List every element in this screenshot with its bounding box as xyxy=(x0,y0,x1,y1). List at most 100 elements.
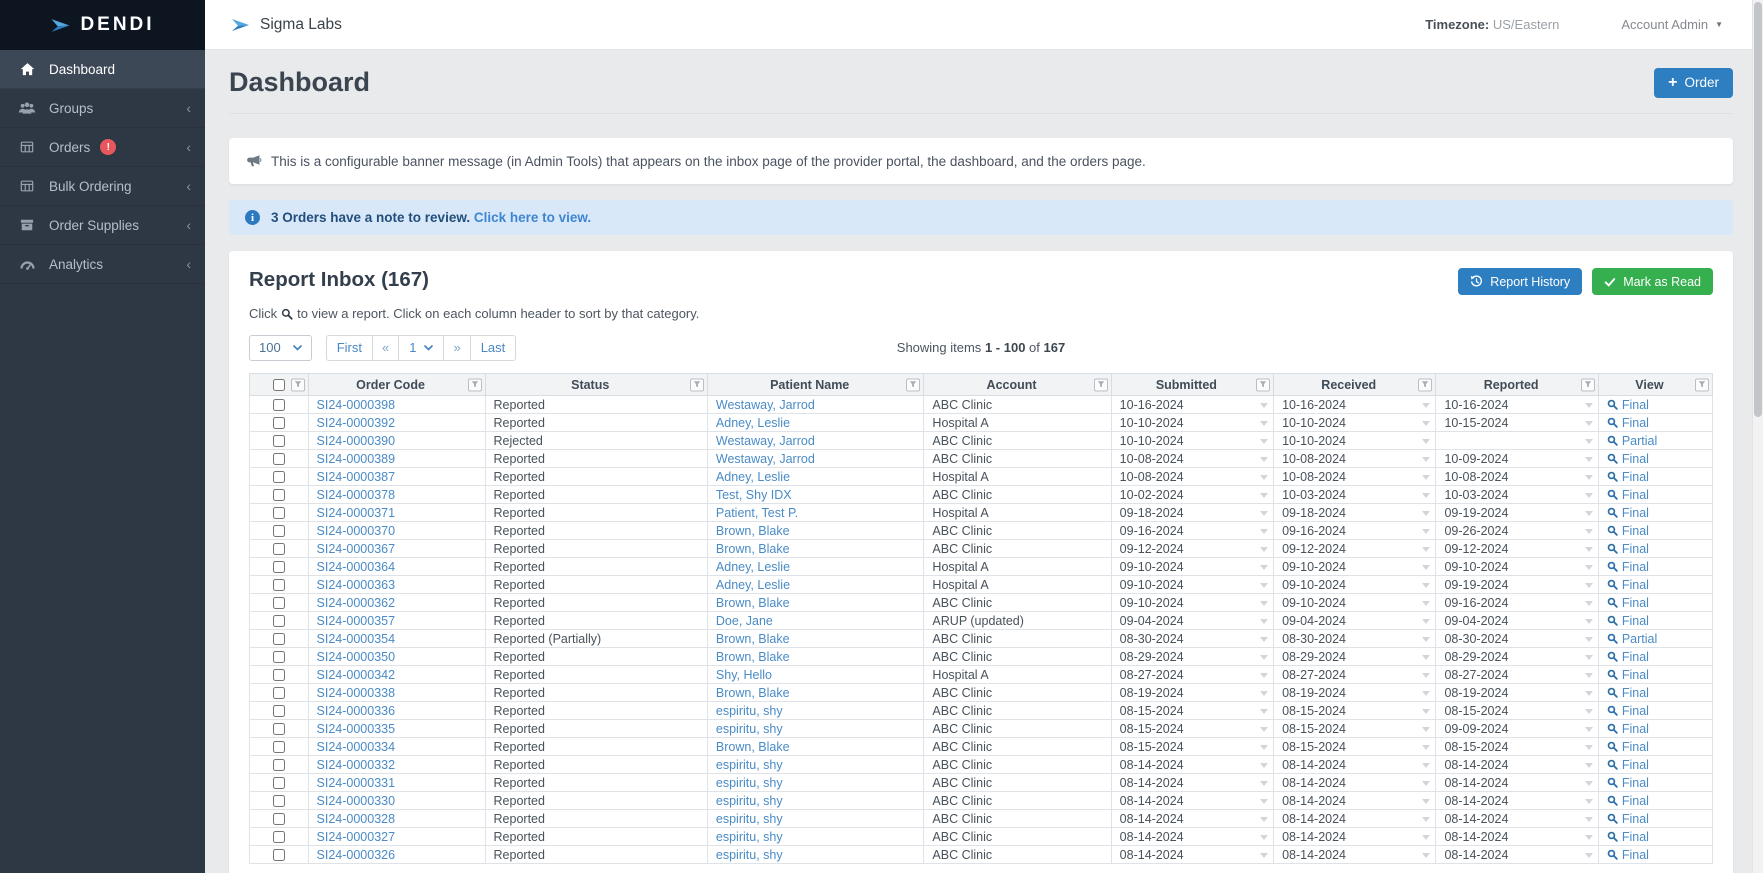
patient-name-link[interactable]: Brown, Blake xyxy=(716,524,790,538)
order-code-link[interactable]: SI24-0000362 xyxy=(317,596,396,610)
view-report-link[interactable]: Partial xyxy=(1607,632,1704,646)
order-code-link[interactable]: SI24-0000342 xyxy=(317,668,396,682)
dendi-logo[interactable]: DENDI xyxy=(0,0,205,50)
patient-name-link[interactable]: espiritu, shy xyxy=(716,794,783,808)
order-code-link[interactable]: SI24-0000392 xyxy=(317,416,396,430)
view-report-link[interactable]: Final xyxy=(1607,776,1704,790)
order-code-link[interactable]: SI24-0000389 xyxy=(317,452,396,466)
sidebar-item-dashboard[interactable]: Dashboard xyxy=(0,50,205,89)
column-header-status[interactable]: Status xyxy=(484,373,708,396)
sidebar-item-analytics[interactable]: Analytics ‹ xyxy=(0,245,205,284)
filter-icon[interactable] xyxy=(290,378,305,391)
patient-name-link[interactable]: Adney, Leslie xyxy=(716,578,790,592)
page-size-select[interactable]: 100 xyxy=(249,334,312,361)
patient-name-link[interactable]: espiritu, shy xyxy=(716,812,783,826)
row-checkbox[interactable] xyxy=(272,453,285,466)
sidebar-item-bulk-ordering[interactable]: Bulk Ordering ‹ xyxy=(0,167,205,206)
order-code-link[interactable]: SI24-0000354 xyxy=(317,632,396,646)
view-report-link[interactable]: Final xyxy=(1607,812,1704,826)
patient-name-link[interactable]: Brown, Blake xyxy=(716,596,790,610)
view-report-link[interactable]: Final xyxy=(1607,848,1704,862)
order-code-link[interactable]: SI24-0000367 xyxy=(317,542,396,556)
row-checkbox[interactable] xyxy=(272,561,285,574)
order-code-link[interactable]: SI24-0000335 xyxy=(317,722,396,736)
patient-name-link[interactable]: Shy, Hello xyxy=(716,668,772,682)
patient-name-link[interactable]: Adney, Leslie xyxy=(716,560,790,574)
row-checkbox[interactable] xyxy=(272,507,285,520)
order-code-link[interactable]: SI24-0000370 xyxy=(317,524,396,538)
pager-first-button[interactable]: First xyxy=(325,334,373,361)
pager-next-button[interactable]: » xyxy=(443,334,471,361)
select-all-checkbox[interactable] xyxy=(272,379,285,392)
view-report-link[interactable]: Final xyxy=(1607,740,1704,754)
order-code-link[interactable]: SI24-0000327 xyxy=(317,830,396,844)
mark-as-read-button[interactable]: Mark as Read xyxy=(1592,268,1713,295)
patient-name-link[interactable]: Brown, Blake xyxy=(716,632,790,646)
order-code-link[interactable]: SI24-0000330 xyxy=(317,794,396,808)
row-checkbox[interactable] xyxy=(272,399,285,412)
filter-icon[interactable] xyxy=(467,378,482,391)
patient-name-link[interactable]: Westaway, Jarrod xyxy=(716,398,815,412)
view-report-link[interactable]: Final xyxy=(1607,794,1704,808)
row-checkbox[interactable] xyxy=(272,669,285,682)
view-report-link[interactable]: Final xyxy=(1607,506,1704,520)
patient-name-link[interactable]: espiritu, shy xyxy=(716,776,783,790)
filter-icon[interactable] xyxy=(1580,378,1595,391)
patient-name-link[interactable]: espiritu, shy xyxy=(716,722,783,736)
account-menu[interactable]: Account Admin ▼ xyxy=(1621,17,1723,32)
view-report-link[interactable]: Partial xyxy=(1607,434,1704,448)
report-history-button[interactable]: Report History xyxy=(1458,268,1583,295)
row-checkbox[interactable] xyxy=(272,417,285,430)
view-report-link[interactable]: Final xyxy=(1607,524,1704,538)
column-header-account[interactable]: Account xyxy=(923,373,1112,396)
header-select-all[interactable] xyxy=(249,373,309,396)
view-report-link[interactable]: Final xyxy=(1607,704,1704,718)
sidebar-item-orders[interactable]: Orders ! ‹ xyxy=(0,128,205,167)
patient-name-link[interactable]: Brown, Blake xyxy=(716,542,790,556)
row-checkbox[interactable] xyxy=(272,687,285,700)
view-report-link[interactable]: Final xyxy=(1607,830,1704,844)
patient-name-link[interactable]: Adney, Leslie xyxy=(716,470,790,484)
pager-prev-button[interactable]: « xyxy=(371,334,400,361)
order-code-link[interactable]: SI24-0000364 xyxy=(317,560,396,574)
patient-name-link[interactable]: espiritu, shy xyxy=(716,830,783,844)
order-code-link[interactable]: SI24-0000357 xyxy=(317,614,396,628)
view-report-link[interactable]: Final xyxy=(1607,542,1704,556)
row-checkbox[interactable] xyxy=(272,813,285,826)
order-code-link[interactable]: SI24-0000331 xyxy=(317,776,396,790)
view-report-link[interactable]: Final xyxy=(1607,722,1704,736)
order-code-link[interactable]: SI24-0000378 xyxy=(317,488,396,502)
order-code-link[interactable]: SI24-0000350 xyxy=(317,650,396,664)
order-code-link[interactable]: SI24-0000328 xyxy=(317,812,396,826)
alert-view-link[interactable]: Click here to view. xyxy=(474,210,591,225)
filter-icon[interactable] xyxy=(906,378,921,391)
order-code-link[interactable]: SI24-0000363 xyxy=(317,578,396,592)
column-header-reported[interactable]: Reported xyxy=(1435,373,1599,396)
order-code-link[interactable]: SI24-0000332 xyxy=(317,758,396,772)
column-header-view[interactable]: View xyxy=(1597,373,1714,396)
patient-name-link[interactable]: Brown, Blake xyxy=(716,650,790,664)
patient-name-link[interactable]: espiritu, shy xyxy=(716,848,783,862)
order-code-link[interactable]: SI24-0000387 xyxy=(317,470,396,484)
order-code-link[interactable]: SI24-0000398 xyxy=(317,398,396,412)
row-checkbox[interactable] xyxy=(272,471,285,484)
view-report-link[interactable]: Final xyxy=(1607,578,1704,592)
order-code-link[interactable]: SI24-0000371 xyxy=(317,506,396,520)
order-code-link[interactable]: SI24-0000338 xyxy=(317,686,396,700)
view-report-link[interactable]: Final xyxy=(1607,488,1704,502)
row-checkbox[interactable] xyxy=(272,651,285,664)
pager-page-select[interactable]: 1 xyxy=(398,334,445,361)
filter-icon[interactable] xyxy=(689,378,704,391)
row-checkbox[interactable] xyxy=(272,543,285,556)
column-header-order-code[interactable]: Order Code xyxy=(307,373,486,396)
view-report-link[interactable]: Final xyxy=(1607,452,1704,466)
filter-icon[interactable] xyxy=(1256,378,1271,391)
app-brand[interactable]: Sigma Labs xyxy=(231,16,342,34)
patient-name-link[interactable]: Patient, Test P. xyxy=(716,506,798,520)
patient-name-link[interactable]: Westaway, Jarrod xyxy=(716,452,815,466)
sidebar-item-groups[interactable]: Groups ‹ xyxy=(0,89,205,128)
row-checkbox[interactable] xyxy=(272,615,285,628)
row-checkbox[interactable] xyxy=(272,741,285,754)
order-code-link[interactable]: SI24-0000334 xyxy=(317,740,396,754)
view-report-link[interactable]: Final xyxy=(1607,560,1704,574)
